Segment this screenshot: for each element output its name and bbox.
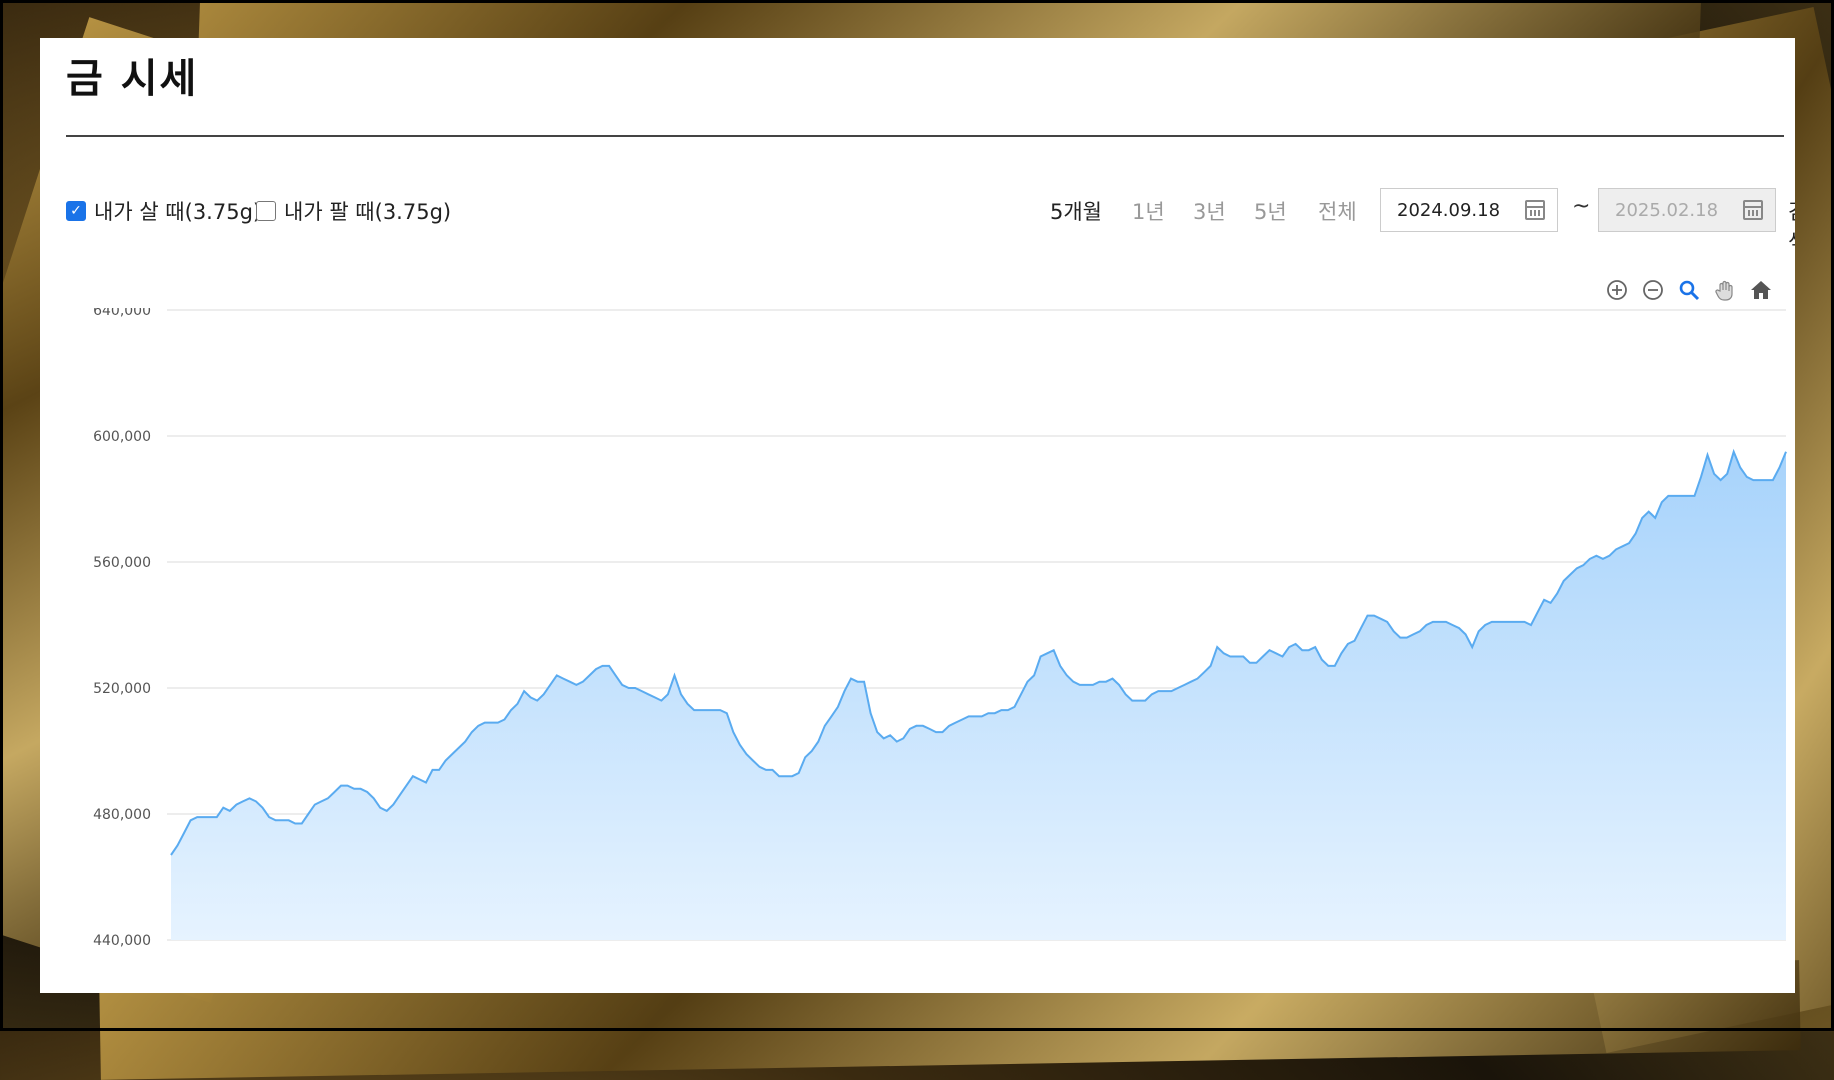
outer-frame	[0, 0, 1834, 1031]
